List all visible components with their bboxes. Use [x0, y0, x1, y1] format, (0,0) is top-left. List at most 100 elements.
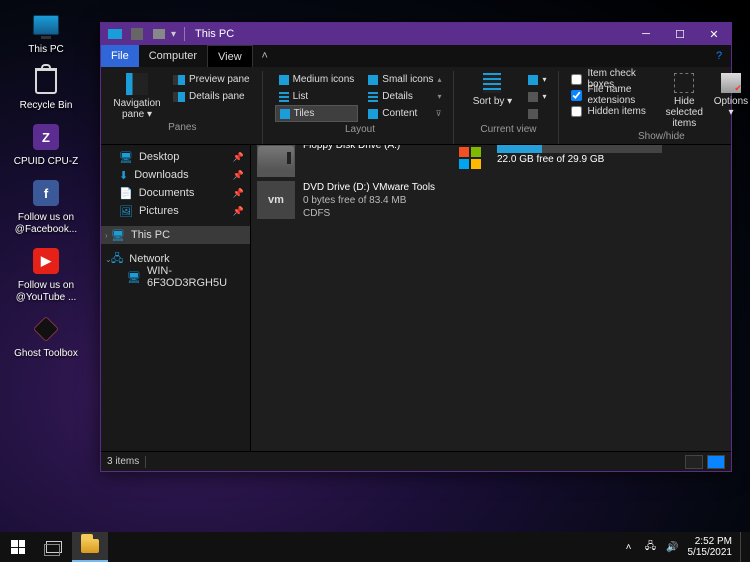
show-desktop-button[interactable]: [740, 532, 744, 562]
navigation-pane-label: Navigation pane ▾: [111, 98, 163, 120]
ribbon-group-showhide: Item check boxes File name extensions Hi…: [567, 71, 750, 144]
explorer-body: 🖥Desktop📌 ⬇Downloads📌 📄Documents📌 🖼Pictu…: [101, 145, 731, 451]
clock-time: 2:52 PM: [688, 536, 733, 547]
ribbon-tabs: File Computer View ˄ ?: [101, 45, 731, 67]
tray-overflow-icon[interactable]: ˄: [622, 540, 636, 554]
tile-local-disk[interactable]: 22.0 GB free of 29.9 GB: [451, 145, 662, 177]
floppy-drive-icon: [257, 145, 295, 177]
group-by-button[interactable]: ▾: [524, 71, 550, 88]
details-pane-button[interactable]: Details pane: [169, 88, 254, 105]
hidden-items[interactable]: Hidden items: [571, 104, 657, 119]
desktop-icon-label: Recycle Bin: [20, 100, 73, 112]
layout-small-icons[interactable]: Small icons▴: [364, 71, 445, 88]
desktop-icon-youtube[interactable]: ▶ Follow us on @YouTube ...: [6, 244, 86, 304]
content-pane[interactable]: Floppy Disk Drive (A:) 22.0 GB free of 2…: [251, 145, 731, 451]
tile-sub2: CDFS: [303, 207, 435, 220]
tile-dvd[interactable]: vm DVD Drive (D:) VMware Tools 0 bytes f…: [257, 181, 435, 220]
group-by-icon: [528, 75, 538, 85]
pictures-icon: 🖼: [119, 205, 133, 218]
layout-icon: [368, 92, 378, 102]
ghost-icon: [29, 312, 63, 346]
ribbon-group-currentview: Sort by ▾ ▾ ▾ Current view: [462, 71, 559, 144]
options-label: Options▾: [714, 96, 748, 118]
nav-downloads[interactable]: ⬇Downloads📌: [101, 166, 250, 184]
taskbar-explorer[interactable]: [72, 532, 108, 562]
item-count: 3 items: [107, 456, 139, 467]
add-columns-button[interactable]: ▾: [524, 88, 550, 105]
options-button[interactable]: ✔ Options▾: [711, 71, 750, 129]
preview-pane-button[interactable]: Preview pane: [169, 71, 254, 88]
nav-pictures[interactable]: 🖼Pictures📌: [101, 202, 250, 220]
monitor-icon: 🖥: [111, 229, 125, 242]
tile-label: Floppy Disk Drive (A:): [303, 145, 400, 152]
desktop-icon-label: Follow us on @Facebook...: [6, 212, 86, 236]
desktop-icon-label: Follow us on @YouTube ...: [6, 280, 86, 304]
group-title-panes: Panes: [111, 122, 254, 133]
tile-label: DVD Drive (D:) VMware Tools: [303, 181, 435, 194]
desktop-icon-this-pc[interactable]: This PC: [6, 8, 86, 56]
status-bar: 3 items: [101, 451, 731, 471]
desktop-icon-ghost[interactable]: Ghost Toolbox: [6, 312, 86, 360]
group-title-showhide: Show/hide: [571, 131, 750, 142]
layout-icon: [280, 109, 290, 119]
taskbar[interactable]: ˄ 🖧 🔊 2:52 PM 5/15/2021: [0, 532, 750, 562]
network-icon[interactable]: 🖧: [644, 540, 658, 554]
statusbar-details-view-icon[interactable]: [685, 455, 703, 469]
start-button[interactable]: [0, 532, 36, 562]
ribbon-group-panes: Navigation pane ▾ Preview pane Details p…: [107, 71, 263, 144]
desktop-icon-label: This PC: [28, 44, 64, 56]
nav-documents[interactable]: 📄Documents📌: [101, 184, 250, 202]
tab-file[interactable]: File: [101, 45, 139, 67]
app-icon[interactable]: [105, 25, 125, 43]
system-tray: ˄ 🖧 🔊 2:52 PM 5/15/2021: [622, 532, 750, 562]
details-pane-label: Details pane: [189, 91, 245, 102]
sort-by-button[interactable]: Sort by ▾: [466, 71, 518, 122]
tab-view[interactable]: View: [207, 45, 253, 67]
nav-desktop[interactable]: 🖥Desktop📌: [101, 148, 250, 166]
nav-this-pc[interactable]: ›🖥This PC: [101, 226, 250, 244]
layout-details[interactable]: Details▾: [364, 88, 445, 105]
help-icon[interactable]: ?: [707, 45, 731, 67]
file-explorer-icon: [81, 539, 99, 553]
layout-content[interactable]: Content⊽: [364, 105, 445, 122]
hide-selected-button[interactable]: Hide selected items: [664, 71, 705, 129]
file-name-extensions[interactable]: File name extensions: [571, 88, 657, 103]
monitor-icon: [29, 8, 63, 42]
hide-selected-label: Hide selected items: [664, 96, 705, 129]
qat-properties[interactable]: [127, 25, 147, 43]
desktop-icon-recycle-bin[interactable]: Recycle Bin: [6, 64, 86, 112]
layout-medium-icons[interactable]: Medium icons: [275, 71, 359, 88]
windows-logo-icon: [11, 540, 25, 554]
close-button[interactable]: ✕: [697, 23, 731, 45]
statusbar-tiles-view-icon[interactable]: [707, 455, 725, 469]
expand-icon[interactable]: ›: [105, 231, 108, 240]
desktop-icon-facebook[interactable]: f Follow us on @Facebook...: [6, 176, 86, 236]
tab-computer[interactable]: Computer: [139, 45, 207, 67]
ribbon-minimize-icon[interactable]: ˄: [253, 45, 277, 67]
pin-icon: 📌: [233, 206, 244, 217]
navigation-pane[interactable]: 🖥Desktop📌 ⬇Downloads📌 📄Documents📌 🖼Pictu…: [101, 145, 251, 451]
explorer-window: ▾ This PC ─ ☐ ✕ File Computer View ˄ ? N…: [100, 22, 732, 472]
titlebar[interactable]: ▾ This PC ─ ☐ ✕: [101, 23, 731, 45]
preview-pane-icon: [173, 75, 185, 85]
volume-icon[interactable]: 🔊: [666, 540, 680, 554]
layout-tiles[interactable]: Tiles: [275, 105, 359, 122]
layout-list[interactable]: List: [275, 88, 359, 105]
layout-more-icon[interactable]: ⊽: [436, 109, 442, 118]
task-view-button[interactable]: [36, 532, 72, 562]
maximize-button[interactable]: ☐: [663, 23, 697, 45]
nav-network-host[interactable]: 🖥WIN-6F3OD3RGH5U: [101, 268, 250, 286]
tile-floppy[interactable]: Floppy Disk Drive (A:): [257, 145, 400, 177]
taskbar-clock[interactable]: 2:52 PM 5/15/2021: [688, 536, 733, 558]
navigation-pane-button[interactable]: Navigation pane ▾: [111, 71, 163, 120]
task-view-icon: [46, 541, 62, 553]
desktop-icon-cpuz[interactable]: Z CPUID CPU-Z: [6, 120, 86, 168]
expand-icon[interactable]: ⌄: [105, 255, 112, 264]
desktop-icon-label: Ghost Toolbox: [14, 348, 78, 360]
qat-dropdown-icon[interactable]: ▾: [171, 29, 176, 40]
qat-new-folder[interactable]: [149, 25, 169, 43]
sort-icon: [483, 73, 501, 93]
minimize-button[interactable]: ─: [629, 23, 663, 45]
pin-icon: 📌: [233, 170, 244, 181]
size-columns-button[interactable]: [524, 105, 550, 122]
